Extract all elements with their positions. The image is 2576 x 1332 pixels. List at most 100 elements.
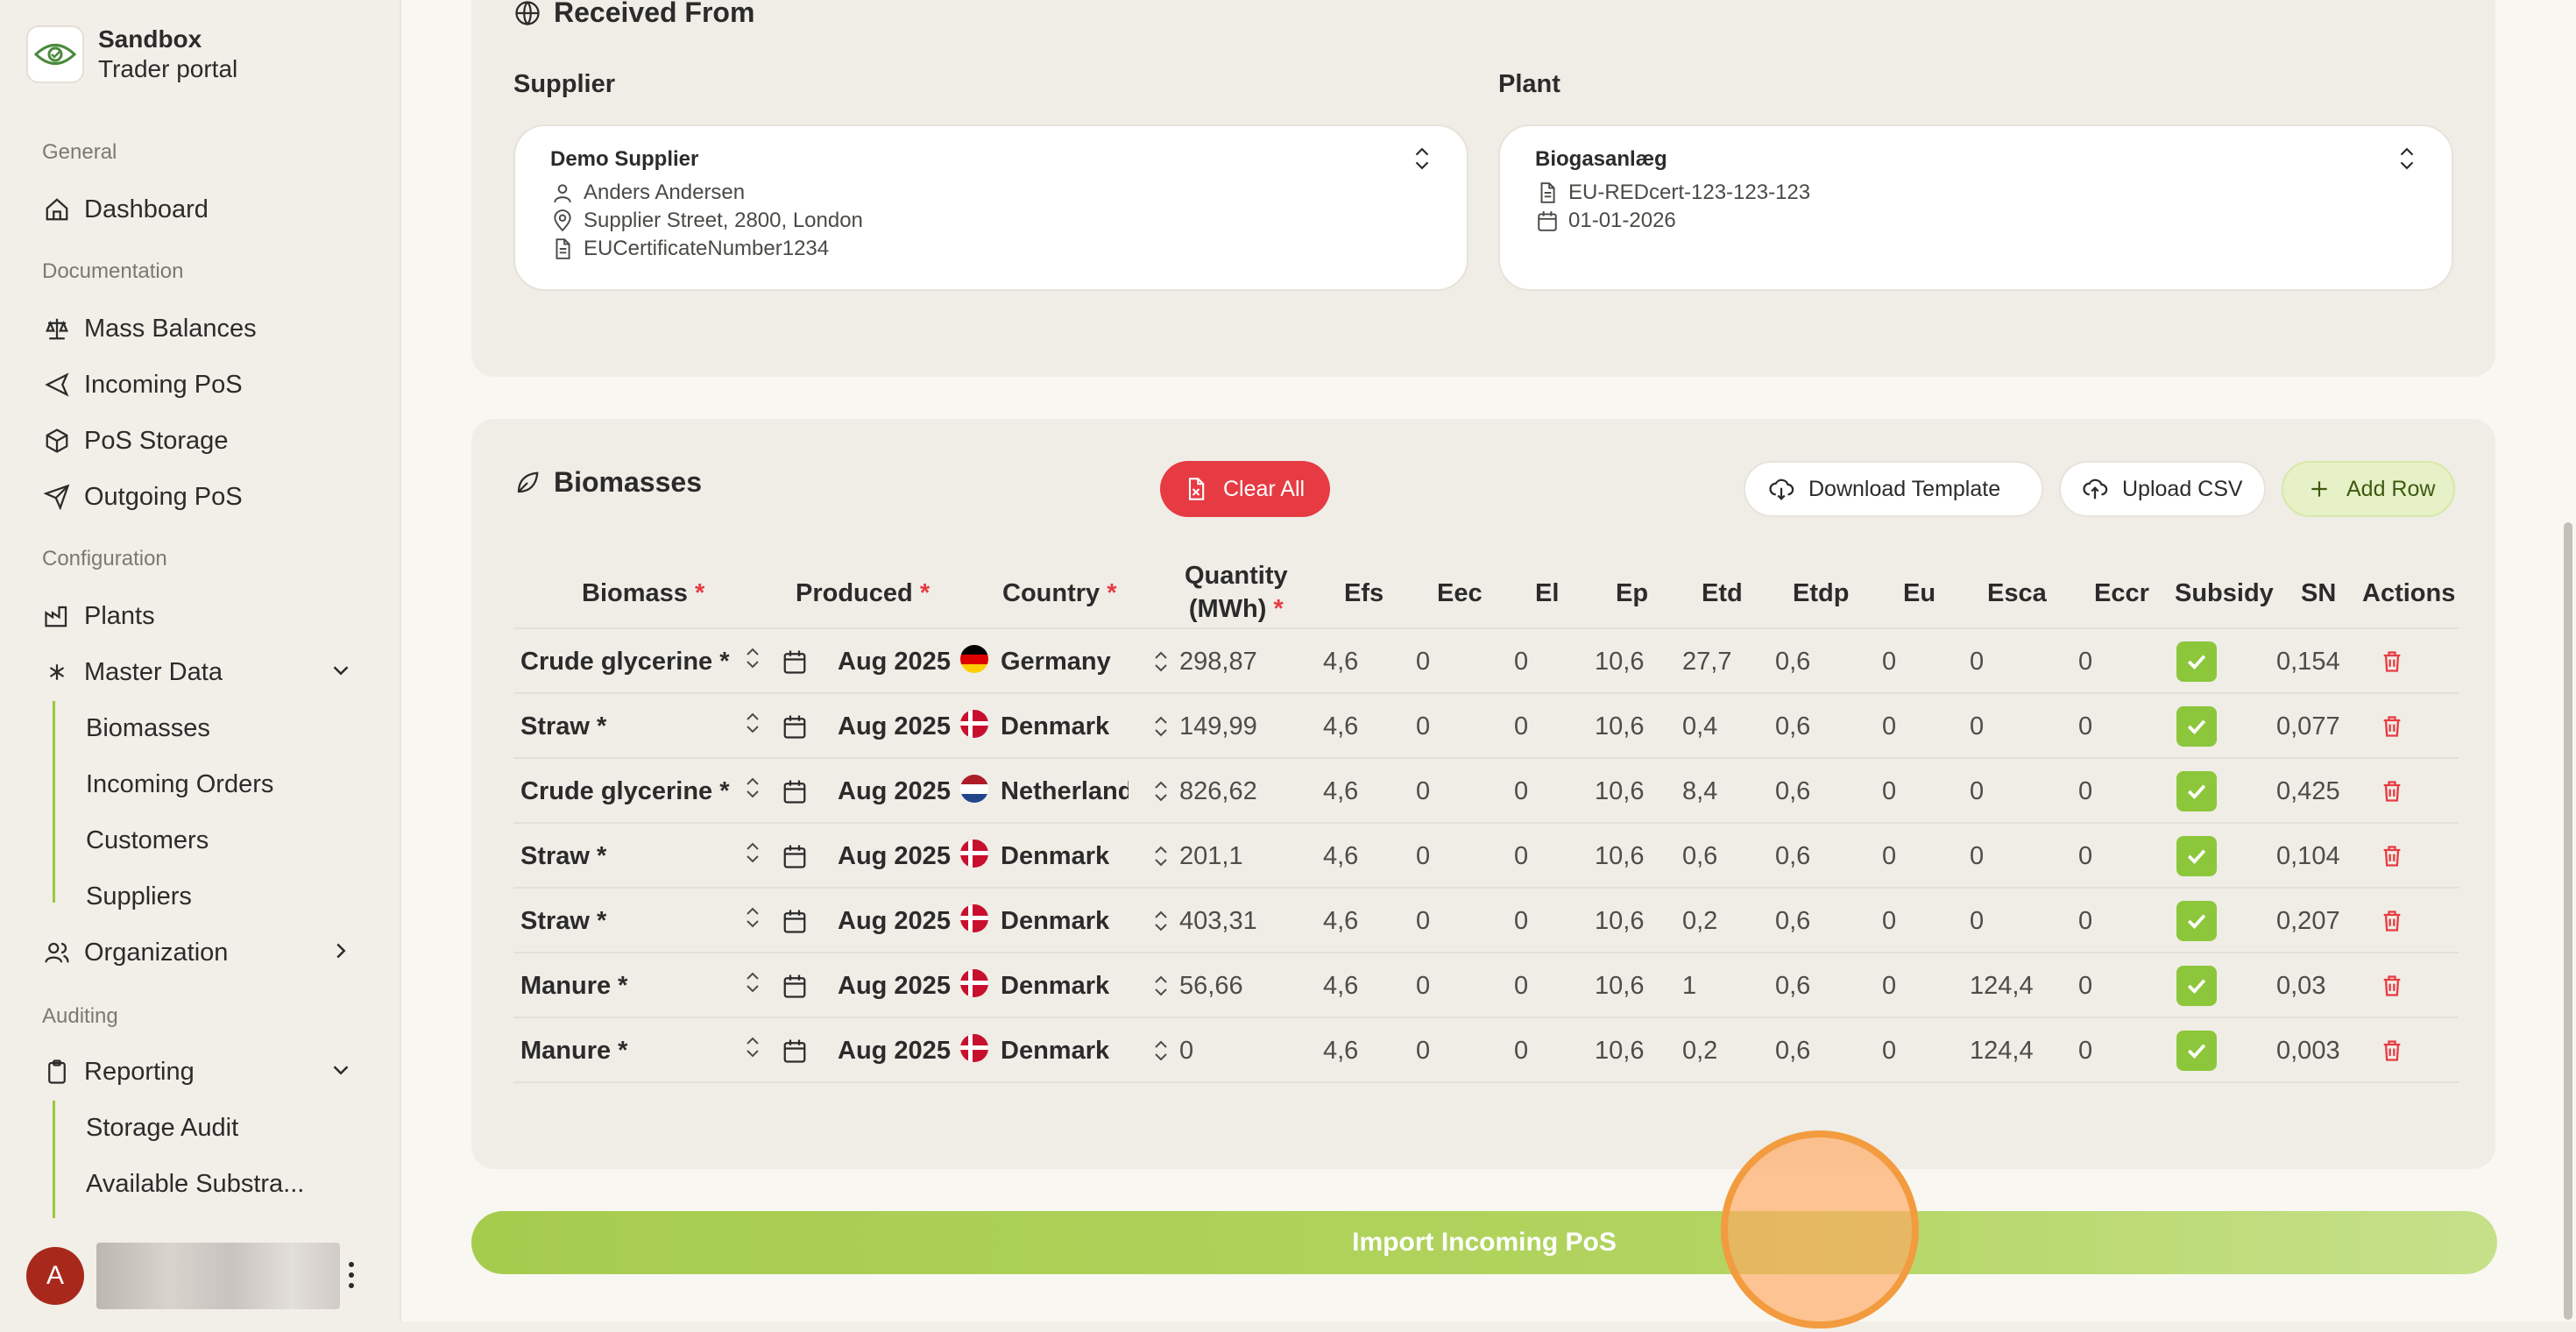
chevron-up-down-icon[interactable] [743, 645, 762, 671]
cell-etd: 0,2 [1682, 1036, 1718, 1065]
trash-icon[interactable] [2380, 648, 2404, 675]
sidebar-subitem-biomasses[interactable]: Biomasses [86, 706, 210, 750]
cell-produced[interactable]: Aug 2025 [838, 953, 969, 1018]
cell-esca: 0 [1970, 906, 1985, 935]
cell-biomass[interactable]: Straw * [520, 889, 748, 953]
avatar[interactable]: A [26, 1247, 84, 1305]
scrollbar[interactable] [2564, 522, 2572, 1320]
chevron-up-down-icon[interactable] [1151, 778, 1171, 804]
sidebar-subitem-incoming-orders[interactable]: Incoming Orders [86, 762, 273, 806]
chevron-down-icon[interactable] [328, 657, 357, 687]
calendar-icon[interactable] [782, 908, 808, 934]
supplier-select[interactable]: Demo Supplier Anders Andersen Supplier S… [513, 124, 1468, 291]
cell-produced[interactable]: Aug 2025 [838, 889, 969, 953]
upload-csv-button[interactable]: Upload CSV [2059, 461, 2266, 517]
calendar-icon[interactable] [782, 973, 808, 999]
cell-quantity[interactable]: 149,99 [1179, 694, 1276, 759]
sidebar-subitem-suppliers[interactable]: Suppliers [86, 875, 192, 918]
calendar-icon[interactable] [782, 1038, 808, 1064]
cell-esca: 0 [1970, 647, 1985, 676]
cell-quantity[interactable]: 403,31 [1179, 889, 1276, 953]
subsidy-checkbox[interactable] [2176, 901, 2217, 941]
import-incoming-pos-button[interactable]: Import Incoming PoS [471, 1211, 2497, 1274]
check-icon [2183, 843, 2210, 869]
trash-icon[interactable] [2380, 1038, 2404, 1064]
chevron-up-down-icon[interactable] [743, 840, 762, 866]
subsidy-checkbox[interactable] [2176, 706, 2217, 747]
sidebar-subitem-available-substrates[interactable]: Available Substra... [86, 1162, 304, 1206]
cell-biomass[interactable]: Crude glycerine * [520, 629, 748, 694]
subsidy-checkbox[interactable] [2176, 641, 2217, 682]
sidebar-item-pos-storage[interactable]: PoS Storage [42, 419, 357, 463]
cell-biomass[interactable]: Straw * [520, 824, 748, 889]
cell-quantity[interactable]: 826,62 [1179, 759, 1276, 824]
chevron-up-down-icon[interactable] [743, 775, 762, 801]
chevron-up-down-icon[interactable] [743, 904, 762, 931]
sidebar-item-reporting[interactable]: Reporting [42, 1050, 357, 1094]
header-country: Country * [1002, 579, 1117, 607]
add-row-button[interactable]: Add Row [2282, 461, 2455, 517]
cell-country[interactable]: Denmark [1001, 889, 1129, 953]
cell-biomass[interactable]: Straw * [520, 694, 748, 759]
cell-produced[interactable]: Aug 2025 [838, 759, 969, 824]
more-vertical-icon[interactable] [346, 1260, 357, 1290]
calendar-icon[interactable] [782, 648, 808, 675]
chevron-up-down-icon[interactable] [743, 969, 762, 995]
chevron-down-icon[interactable] [328, 1057, 357, 1087]
trash-icon[interactable] [2380, 778, 2404, 804]
sidebar-subitem-customers[interactable]: Customers [86, 818, 209, 862]
subsidy-checkbox[interactable] [2176, 1031, 2217, 1071]
chevron-up-down-icon[interactable] [1151, 648, 1171, 675]
cell-country[interactable]: Denmark [1001, 824, 1129, 889]
cell-quantity[interactable]: 298,87 [1179, 629, 1276, 694]
sidebar-item-organization[interactable]: Organization [42, 931, 357, 974]
trash-icon[interactable] [2380, 843, 2404, 869]
sidebar-item-dashboard[interactable]: Dashboard [42, 188, 357, 231]
chevron-up-down-icon[interactable] [743, 1034, 762, 1060]
chevron-up-down-icon[interactable] [1151, 1038, 1171, 1064]
cell-country[interactable]: Germany [1001, 629, 1129, 694]
cell-eu: 0 [1882, 1036, 1897, 1065]
cell-quantity[interactable]: 0 [1179, 1018, 1276, 1083]
chevron-up-down-icon[interactable] [1151, 713, 1171, 740]
plant-select[interactable]: Biogasanlæg EU-REDcert-123-123-123 01-01… [1498, 124, 2453, 291]
sidebar-subitem-storage-audit[interactable]: Storage Audit [86, 1106, 238, 1150]
cell-country[interactable]: Denmark [1001, 694, 1129, 759]
sidebar-item-master-data[interactable]: Master Data [42, 650, 357, 694]
subsidy-checkbox[interactable] [2176, 836, 2217, 876]
cell-produced[interactable]: Aug 2025 [838, 824, 969, 889]
calendar-icon[interactable] [782, 713, 808, 740]
sidebar-item-mass-balances[interactable]: Mass Balances [42, 307, 357, 351]
trash-icon[interactable] [2380, 973, 2404, 999]
cell-produced[interactable]: Aug 2025 [838, 694, 969, 759]
cell-produced[interactable]: Aug 2025 [838, 1018, 969, 1083]
cell-country[interactable]: Denmark [1001, 1018, 1129, 1083]
chevron-up-down-icon[interactable] [1151, 843, 1171, 869]
cell-biomass[interactable]: Manure * [520, 953, 748, 1018]
chevron-right-icon[interactable] [328, 938, 357, 967]
chevron-up-down-icon[interactable] [1151, 973, 1171, 999]
calendar-icon[interactable] [782, 778, 808, 804]
cell-quantity[interactable]: 56,66 [1179, 953, 1276, 1018]
trash-icon[interactable] [2380, 908, 2404, 934]
brand[interactable]: Sandbox Trader portal [26, 25, 237, 84]
subsidy-checkbox[interactable] [2176, 771, 2217, 811]
clear-all-button[interactable]: Clear All [1160, 461, 1330, 517]
sidebar-item-plants[interactable]: Plants [42, 594, 357, 638]
user-menu[interactable]: A [26, 1243, 340, 1309]
trash-icon[interactable] [2380, 713, 2404, 740]
cell-biomass[interactable]: Crude glycerine * [520, 759, 748, 824]
subsidy-checkbox[interactable] [2176, 966, 2217, 1006]
cell-country[interactable]: Denmark [1001, 953, 1129, 1018]
cell-biomass[interactable]: Manure * [520, 1018, 748, 1083]
cell-quantity[interactable]: 201,1 [1179, 824, 1276, 889]
download-template-button[interactable]: Download Template [1744, 461, 2043, 517]
cell-country[interactable]: Netherlands [1001, 759, 1129, 824]
sidebar-item-outgoing-pos[interactable]: Outgoing PoS [42, 475, 357, 519]
chevron-up-down-icon[interactable] [1151, 908, 1171, 934]
chevron-up-down-icon[interactable] [743, 710, 762, 736]
sidebar-item-incoming-pos[interactable]: Incoming PoS [42, 363, 357, 407]
cell-produced[interactable]: Aug 2025 [838, 629, 969, 694]
calendar-icon[interactable] [782, 843, 808, 869]
sidebar-item-label: Master Data [84, 657, 223, 686]
